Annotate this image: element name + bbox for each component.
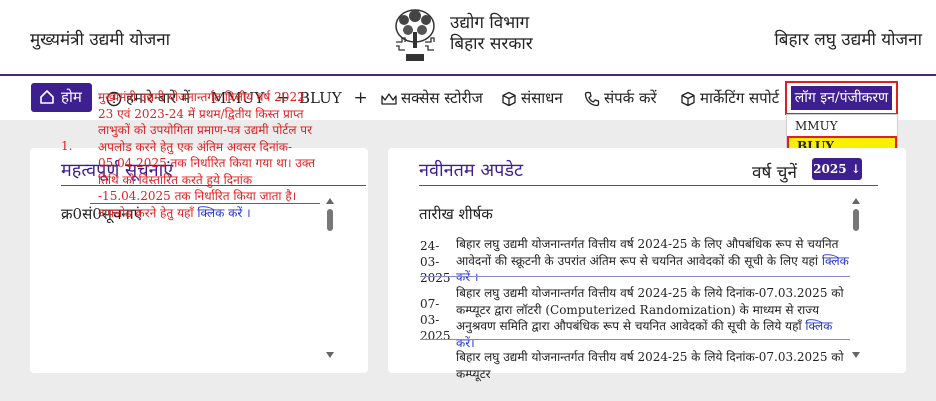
- notices-scrollbar[interactable]: [326, 198, 336, 360]
- update-text: बिहार लघु उद्यमी योजनान्तर्गत वित्तीय वर…: [456, 349, 850, 382]
- box-icon: [502, 91, 516, 107]
- nav-contact[interactable]: संपर्क करें: [584, 76, 657, 120]
- col-title: शीर्षक: [458, 205, 493, 223]
- year-select-button[interactable]: 2025 ↓: [812, 158, 862, 180]
- nav-marketing-support[interactable]: मार्केटिंग सपोर्ट: [680, 76, 779, 120]
- update-text: बिहार लघु उद्यमी योजनान्तर्गत वित्तीय वर…: [456, 285, 850, 351]
- update-divider: [420, 276, 850, 277]
- bodhi-tree-emblem-icon[interactable]: [392, 8, 438, 66]
- update-body: बिहार लघु उद्यमी योजनान्तर्गत वित्तीय वर…: [456, 237, 839, 268]
- scroll-up-icon[interactable]: [326, 198, 334, 204]
- phone-icon: [584, 91, 600, 107]
- nav-resources[interactable]: संसाधन: [501, 76, 563, 120]
- update-body: बिहार लघु उद्यमी योजनान्तर्गत वित्तीय वर…: [456, 286, 844, 333]
- dept-line-2: बिहार सरकार: [450, 34, 533, 54]
- updates-scrollbar[interactable]: [852, 198, 862, 360]
- dept-line-1: उद्योग विभाग: [450, 13, 530, 33]
- scroll-thumb[interactable]: [853, 209, 859, 231]
- home-icon: [40, 90, 54, 104]
- updates-title-divider: [419, 185, 878, 186]
- nav-success-label: सक्सेस स्टोरीज: [401, 89, 483, 107]
- updates-title: नवीनतम अपडेट: [419, 160, 524, 181]
- notice-link[interactable]: क्लिक करें ।: [197, 206, 250, 220]
- notice-text: मुख्यमंत्री उद्यमी योजनान्तर्गत वित्तीय …: [98, 89, 320, 221]
- col-serial-number: क्र0सं0: [61, 205, 102, 223]
- nav-marketing-label: मार्केटिंग सपोर्ट: [700, 89, 780, 107]
- plus-icon: +: [353, 88, 368, 108]
- box-icon: [681, 91, 695, 107]
- notice-body: मुख्यमंत्री उद्यमी योजनान्तर्गत वित्तीय …: [98, 90, 316, 220]
- site-header: मुख्यमंत्री उद्यमी योजना उद्योग विभाग बि…: [0, 0, 936, 76]
- dropdown-item-mmuy[interactable]: MMUY: [787, 116, 897, 136]
- nav-home-label: होम: [61, 88, 82, 106]
- notice-divider: [90, 203, 320, 204]
- scroll-thumb[interactable]: [327, 209, 333, 231]
- update-text: बिहार लघु उद्यमी योजनान्तर्गत वित्तीय वर…: [456, 236, 850, 286]
- crown-icon: [381, 93, 397, 105]
- nav-success-stories[interactable]: सक्सेस स्टोरीज: [381, 76, 483, 120]
- nav-home-button[interactable]: होम: [31, 83, 92, 112]
- update-body: बिहार लघु उद्यमी योजनान्तर्गत वित्तीय वर…: [456, 350, 844, 381]
- nav-contact-label: संपर्क करें: [604, 89, 657, 107]
- department-name: उद्योग विभाग बिहार सरकार: [450, 13, 533, 55]
- year-select-label: वर्ष चुनें: [752, 163, 797, 183]
- header-right-title[interactable]: बिहार लघु उद्यमी योजना: [774, 27, 922, 50]
- scroll-down-icon[interactable]: [852, 352, 860, 358]
- update-date: 07-03-2025: [420, 297, 451, 343]
- update-divider: [420, 339, 850, 340]
- login-register-button[interactable]: लॉग इन/पंजीकरण: [791, 86, 892, 110]
- header-left-title[interactable]: मुख्यमंत्री उद्यमी योजना: [30, 27, 170, 50]
- col-date: तारीख: [419, 205, 454, 223]
- updates-header: तारीख शीर्षक: [419, 204, 493, 224]
- login-highlight-box: लॉग इन/पंजीकरण: [785, 81, 898, 115]
- scroll-up-icon[interactable]: [852, 198, 860, 204]
- scroll-down-icon[interactable]: [326, 352, 334, 358]
- notice-number: 1.: [61, 139, 73, 153]
- nav-resources-label: संसाधन: [521, 89, 563, 107]
- update-date: 24-03-2025: [420, 239, 451, 285]
